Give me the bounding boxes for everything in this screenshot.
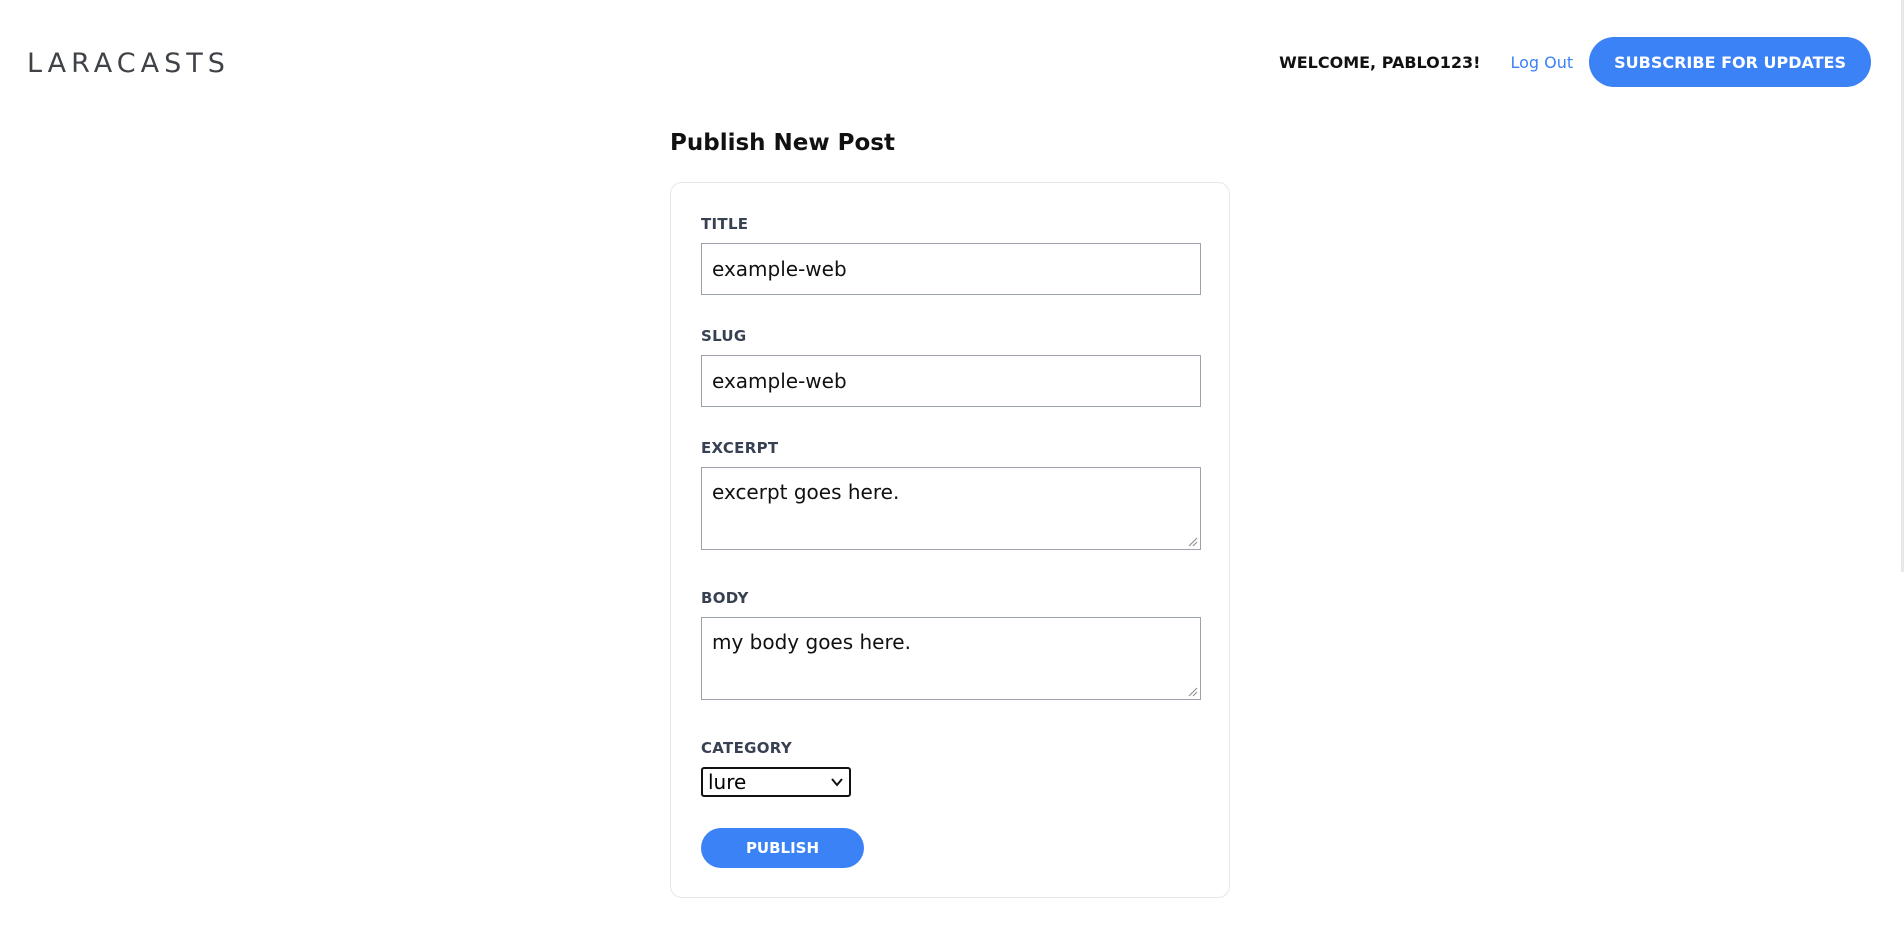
excerpt-textarea[interactable]: excerpt goes here. xyxy=(701,467,1201,550)
title-input-value: example-web xyxy=(712,257,847,281)
slug-label: SLUG xyxy=(701,327,747,345)
publish-post-form: TITLE example-web SLUG example-web EXCER… xyxy=(670,182,1230,898)
category-select-value: lure xyxy=(708,770,747,794)
logo-text: LARACASTS xyxy=(27,48,230,79)
logout-link[interactable]: Log Out xyxy=(1510,53,1573,72)
title-label: TITLE xyxy=(701,215,749,233)
category-label: CATEGORY xyxy=(701,739,792,757)
body-textarea[interactable]: my body goes here. xyxy=(701,617,1201,700)
laracasts-logo[interactable]: LARACASTS xyxy=(27,48,230,79)
welcome-text: WELCOME, PABLO123! xyxy=(1279,52,1481,72)
title-input[interactable]: example-web xyxy=(701,243,1201,295)
slug-input-value: example-web xyxy=(712,369,847,393)
slug-input[interactable]: example-web xyxy=(701,355,1201,407)
publish-button[interactable]: PUBLISH xyxy=(701,828,864,868)
body-textarea-value: my body goes here. xyxy=(712,630,911,654)
subscribe-button[interactable]: SUBSCRIBE FOR UPDATES xyxy=(1589,37,1871,87)
excerpt-label: EXCERPT xyxy=(701,439,779,457)
page: LARACASTS WELCOME, PABLO123! Log Out SUB… xyxy=(0,0,1904,942)
excerpt-textarea-value: excerpt goes here. xyxy=(712,480,900,504)
resize-grip-icon[interactable] xyxy=(1188,687,1198,697)
category-select[interactable]: lure xyxy=(701,767,851,797)
chevron-down-icon xyxy=(831,778,843,787)
resize-grip-icon[interactable] xyxy=(1188,537,1198,547)
top-nav: WELCOME, PABLO123! Log Out SUBSCRIBE FOR… xyxy=(1279,37,1871,87)
page-title: Publish New Post xyxy=(670,130,895,156)
body-label: BODY xyxy=(701,589,749,607)
